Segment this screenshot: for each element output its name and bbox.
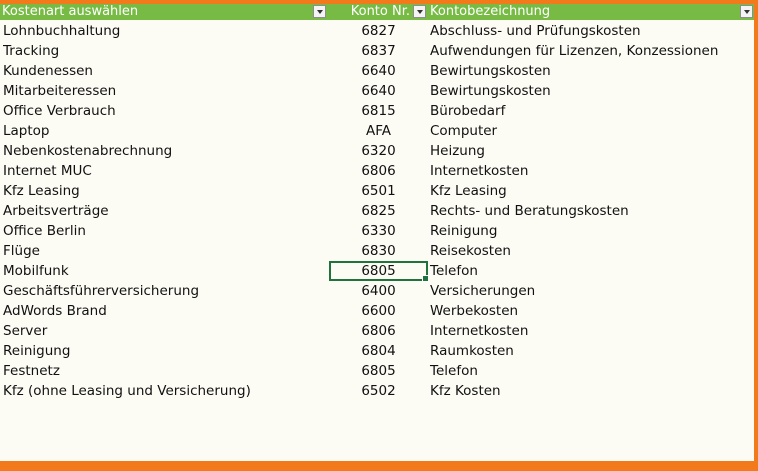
table-row: AdWords Brand 6600 Werbekosten (0, 301, 754, 321)
cell-konto-nr[interactable]: 6320 (329, 141, 428, 161)
cell-kostenart[interactable]: Kundenessen (3, 61, 325, 81)
cell-kontobezeichnung[interactable]: Bewirtungskosten (430, 81, 750, 101)
table-row-selected: Mobilfunk 6805 Telefon (0, 261, 754, 282)
table-row: Geschäftsführerversicherung 6400 Versich… (0, 281, 754, 301)
table-row: Lohnbuchhaltung 6827 Abschluss- und Prüf… (0, 21, 754, 41)
cell-konto-nr[interactable]: 6400 (329, 281, 428, 301)
cell-kontobezeichnung[interactable]: Raumkosten (430, 341, 750, 361)
cell-konto-nr[interactable]: 6804 (329, 341, 428, 361)
cell-konto-nr[interactable]: 6806 (329, 321, 428, 341)
table-row: Kundenessen 6640 Bewirtungskosten (0, 61, 754, 81)
cell-konto-nr[interactable]: 6640 (329, 81, 428, 101)
cell-kontobezeichnung[interactable]: Kfz Kosten (430, 381, 750, 401)
cell-kontobezeichnung[interactable]: Telefon (430, 261, 750, 281)
cell-kontobezeichnung[interactable]: Bewirtungskosten (430, 61, 750, 81)
cell-kontobezeichnung[interactable]: Computer (430, 121, 750, 141)
cell-kostenart[interactable]: Kfz Leasing (3, 181, 325, 201)
header-kontobezeichnung[interactable]: Kontobezeichnung (430, 4, 730, 20)
cell-konto-nr[interactable]: 6330 (329, 221, 428, 241)
header-kostenart[interactable]: Kostenart auswählen (2, 4, 308, 20)
table-header: Kostenart auswählen Konto Nr. Kontobezei… (0, 4, 754, 20)
cell-kostenart[interactable]: Laptop (3, 121, 325, 141)
active-cell-konto-nr[interactable]: 6805 (329, 261, 429, 282)
spreadsheet: Kostenart auswählen Konto Nr. Kontobezei… (0, 4, 754, 461)
cell-kontobezeichnung[interactable]: Internetkosten (430, 321, 750, 341)
cell-konto-nr[interactable]: 6827 (329, 21, 428, 41)
cell-kostenart[interactable]: Tracking (3, 41, 325, 61)
cell-kontobezeichnung[interactable]: Rechts- und Beratungskosten (430, 201, 750, 221)
cell-kostenart[interactable]: Festnetz (3, 361, 325, 381)
cell-konto-nr[interactable]: 6805 (329, 361, 428, 381)
cell-kontobezeichnung[interactable]: Telefon (430, 361, 750, 381)
cell-konto-nr[interactable]: 6502 (329, 381, 428, 401)
table-row: Kfz Leasing 6501 Kfz Leasing (0, 181, 754, 201)
table-row: Reinigung 6804 Raumkosten (0, 341, 754, 361)
header-konto-nr[interactable]: Konto Nr. (330, 4, 410, 20)
cell-konto-nr[interactable]: 6825 (329, 201, 428, 221)
cell-kostenart[interactable]: Mitarbeiteressen (3, 81, 325, 101)
filter-dropdown-icon[interactable] (313, 5, 326, 18)
cell-kontobezeichnung[interactable]: Reisekosten (430, 241, 750, 261)
cell-konto-nr[interactable]: 6830 (329, 241, 428, 261)
table-row: Office Verbrauch 6815 Bürobedarf (0, 101, 754, 121)
cell-kostenart[interactable]: Reinigung (3, 341, 325, 361)
cell-kostenart[interactable]: Mobilfunk (3, 261, 325, 281)
table-row: Internet MUC 6806 Internetkosten (0, 161, 754, 181)
cell-kontobezeichnung[interactable]: Werbekosten (430, 301, 750, 321)
table-row: Server 6806 Internetkosten (0, 321, 754, 341)
filter-dropdown-icon[interactable] (740, 5, 753, 18)
table-row: Nebenkostenabrechnung 6320 Heizung (0, 141, 754, 161)
table-row: Kfz (ohne Leasing und Versicherung) 6502… (0, 381, 754, 401)
cell-konto-nr[interactable]: 6815 (329, 101, 428, 121)
cell-kostenart[interactable]: Arbeitsverträge (3, 201, 325, 221)
table-row: Mitarbeiteressen 6640 Bewirtungskosten (0, 81, 754, 101)
cell-kostenart[interactable]: Internet MUC (3, 161, 325, 181)
cell-konto-nr[interactable]: 6501 (329, 181, 428, 201)
cell-kontobezeichnung[interactable]: Versicherungen (430, 281, 750, 301)
cell-kontobezeichnung[interactable]: Internetkosten (430, 161, 750, 181)
cell-kostenart[interactable]: Lohnbuchhaltung (3, 21, 325, 41)
cell-kostenart[interactable]: Server (3, 321, 325, 341)
cell-kontobezeichnung[interactable]: Aufwendungen für Lizenzen, Konzessionen (430, 41, 750, 61)
cell-kontobezeichnung[interactable]: Kfz Leasing (430, 181, 750, 201)
table-row: Arbeitsverträge 6825 Rechts- und Beratun… (0, 201, 754, 221)
cell-kostenart[interactable]: AdWords Brand (3, 301, 325, 321)
cell-konto-nr[interactable]: AFA (329, 121, 428, 141)
cell-konto-nr[interactable]: 6806 (329, 161, 428, 181)
cell-konto-nr[interactable]: 6600 (329, 301, 428, 321)
cell-kontobezeichnung[interactable]: Abschluss- und Prüfungskosten (430, 21, 750, 41)
cell-kontobezeichnung[interactable]: Bürobedarf (430, 101, 750, 121)
cell-kontobezeichnung[interactable]: Heizung (430, 141, 750, 161)
cell-kostenart[interactable]: Office Berlin (3, 221, 325, 241)
table-row: Laptop AFA Computer (0, 121, 754, 141)
cell-kostenart[interactable]: Nebenkostenabrechnung (3, 141, 325, 161)
cell-kontobezeichnung[interactable]: Reinigung (430, 221, 750, 241)
cell-konto-nr[interactable]: 6640 (329, 61, 428, 81)
cell-kostenart[interactable]: Kfz (ohne Leasing und Versicherung) (3, 381, 325, 401)
cell-kostenart[interactable]: Flüge (3, 241, 325, 261)
cell-kostenart[interactable]: Geschäftsführerversicherung (3, 281, 325, 301)
filter-dropdown-icon[interactable] (413, 5, 426, 18)
table-row: Office Berlin 6330 Reinigung (0, 221, 754, 241)
table-row: Tracking 6837 Aufwendungen für Lizenzen,… (0, 41, 754, 61)
cell-konto-nr[interactable]: 6837 (329, 41, 428, 61)
table-body: Lohnbuchhaltung 6827 Abschluss- und Prüf… (0, 21, 754, 401)
table-row: Festnetz 6805 Telefon (0, 361, 754, 381)
table-row: Flüge 6830 Reisekosten (0, 241, 754, 261)
cell-kostenart[interactable]: Office Verbrauch (3, 101, 325, 121)
